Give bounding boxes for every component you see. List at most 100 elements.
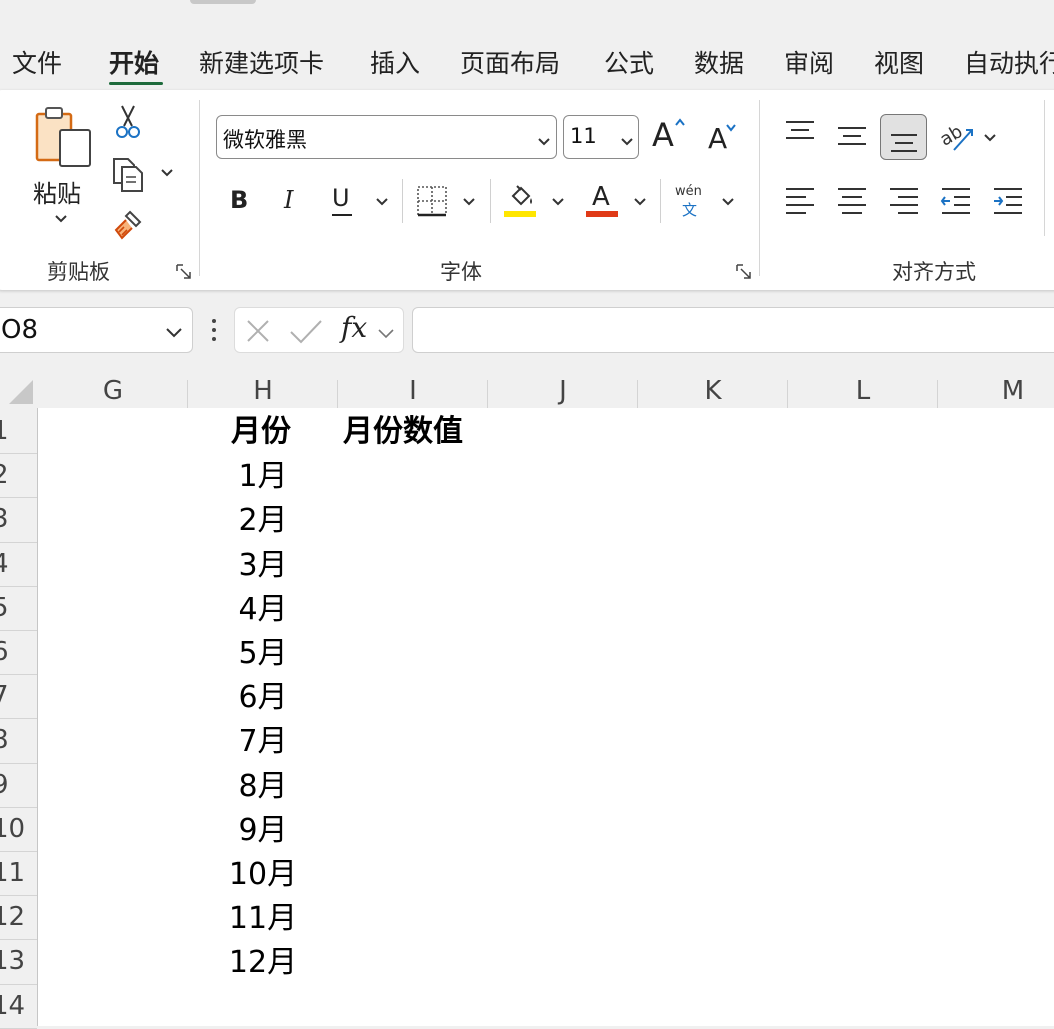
row-header[interactable]: 2	[0, 453, 22, 497]
column-header-g[interactable]: G	[38, 374, 188, 408]
cell-h1[interactable]: 月份	[231, 410, 291, 454]
month-cell[interactable]: 12月	[188, 941, 338, 985]
tab-new[interactable]: 新建选项卡	[199, 44, 324, 80]
increase-indent-button[interactable]	[992, 186, 1024, 216]
select-all-corner[interactable]	[0, 372, 37, 408]
month-cell[interactable]: 9月	[188, 809, 338, 853]
row-header[interactable]: 8	[0, 718, 22, 762]
font-separator-2	[490, 179, 491, 223]
month-cell[interactable]: 3月	[188, 544, 338, 588]
copy-chevron-down-icon[interactable]	[160, 168, 174, 178]
row-header[interactable]: 13	[0, 939, 25, 983]
tab-automate[interactable]: 自动执行	[964, 44, 1054, 80]
tab-formulas[interactable]: 公式	[604, 44, 654, 80]
month-cell[interactable]: 4月	[188, 588, 338, 632]
cell-i1[interactable]: 月份数值	[343, 410, 463, 454]
align-middle-button[interactable]	[836, 124, 868, 148]
column-header-h[interactable]: H	[188, 374, 338, 408]
insert-function-button[interactable]: fx	[341, 311, 367, 344]
align-top-button[interactable]	[784, 120, 816, 144]
borders-icon	[416, 185, 448, 217]
phonetic-guide-button[interactable]: wén 文	[675, 184, 707, 220]
font-separator-3	[660, 179, 661, 223]
align-right-icon	[888, 186, 920, 216]
formula-buttons: fx	[234, 307, 404, 353]
orientation-icon: ab	[940, 120, 976, 154]
tab-file[interactable]: 文件	[12, 44, 62, 80]
column-header-k[interactable]: K	[638, 374, 788, 408]
row-header[interactable]: 11	[0, 851, 25, 895]
month-cell[interactable]: 2月	[188, 499, 338, 543]
row-header[interactable]: 14	[0, 984, 25, 1028]
tab-insert[interactable]: 插入	[370, 44, 420, 80]
cut-button[interactable]	[114, 104, 142, 140]
row-header[interactable]: 4	[0, 542, 22, 586]
month-cell[interactable]: 8月	[188, 765, 338, 809]
alignment-group-separator	[1044, 100, 1045, 236]
fill-color-button[interactable]	[504, 184, 538, 220]
font-size-select[interactable]: 11	[563, 115, 639, 159]
column-header-i[interactable]: I	[338, 374, 488, 408]
more-options-icon[interactable]	[210, 318, 218, 342]
column-header-j[interactable]: J	[488, 374, 638, 408]
align-center-icon	[836, 186, 868, 216]
align-left-button[interactable]	[784, 186, 816, 216]
row-header[interactable]: 3	[0, 497, 22, 541]
tab-review[interactable]: 审阅	[784, 44, 834, 80]
underline-button[interactable]: U	[332, 184, 354, 218]
row-header[interactable]: 12	[0, 895, 25, 939]
row-header[interactable]: 10	[0, 807, 25, 851]
italic-button[interactable]: I	[284, 186, 293, 214]
month-cell[interactable]: 7月	[188, 720, 338, 764]
fill-color-chevron-down-icon[interactable]	[551, 197, 565, 207]
tab-data[interactable]: 数据	[694, 44, 744, 80]
formula-input[interactable]	[412, 307, 1054, 353]
font-size-value: 11	[570, 124, 597, 148]
underline-chevron-down-icon[interactable]	[375, 197, 389, 207]
align-bottom-button[interactable]	[880, 114, 927, 160]
column-header-l[interactable]: L	[788, 374, 938, 408]
row-header[interactable]: 9	[0, 763, 22, 807]
align-center-button[interactable]	[836, 186, 868, 216]
paste-button[interactable]: 粘贴	[30, 104, 96, 234]
month-cell[interactable]: 6月	[188, 676, 338, 720]
row-header[interactable]: 1	[0, 409, 22, 453]
underline-bar	[332, 214, 352, 216]
chevron-down-icon[interactable]	[377, 325, 395, 344]
cancel-icon[interactable]	[245, 318, 271, 344]
tab-page-layout[interactable]: 页面布局	[460, 44, 560, 80]
clipboard-dialog-launcher-icon[interactable]	[176, 264, 191, 279]
orientation-chevron-down-icon[interactable]	[983, 133, 997, 143]
orientation-button[interactable]: ab	[940, 120, 976, 154]
font-color-chevron-down-icon[interactable]	[633, 197, 647, 207]
month-cell[interactable]: 11月	[188, 897, 338, 941]
font-name-value: 微软雅黑	[223, 128, 307, 152]
font-color-button[interactable]: A	[586, 182, 620, 220]
borders-chevron-down-icon[interactable]	[462, 197, 476, 207]
format-painter-button[interactable]	[112, 208, 146, 242]
column-header-m[interactable]: M	[938, 374, 1054, 408]
name-box[interactable]: O8	[0, 307, 193, 353]
phonetic-chevron-down-icon[interactable]	[721, 197, 735, 207]
row-header[interactable]: 6	[0, 630, 22, 674]
month-cell[interactable]: 10月	[188, 853, 338, 897]
align-right-button[interactable]	[888, 186, 920, 216]
grow-font-button[interactable]: A	[652, 116, 688, 156]
clipboard-group-label: 剪贴板	[47, 260, 110, 284]
month-cell[interactable]: 1月	[188, 455, 338, 499]
shrink-font-button[interactable]: A	[708, 122, 744, 158]
decrease-indent-button[interactable]	[940, 186, 972, 216]
month-cell[interactable]: 5月	[188, 632, 338, 676]
enter-check-icon[interactable]	[289, 318, 323, 344]
font-dialog-launcher-icon[interactable]	[736, 264, 751, 279]
caret-up-icon	[674, 118, 686, 128]
tab-view[interactable]: 视图	[874, 44, 924, 80]
row-header[interactable]: 5	[0, 586, 22, 630]
font-name-select[interactable]: 微软雅黑	[216, 115, 557, 159]
row-header[interactable]: 7	[0, 674, 22, 718]
tab-home[interactable]: 开始	[109, 44, 159, 80]
copy-button[interactable]	[110, 155, 146, 193]
borders-button[interactable]	[416, 185, 448, 217]
bold-button[interactable]: B	[230, 186, 248, 214]
format-painter-icon	[112, 208, 146, 242]
